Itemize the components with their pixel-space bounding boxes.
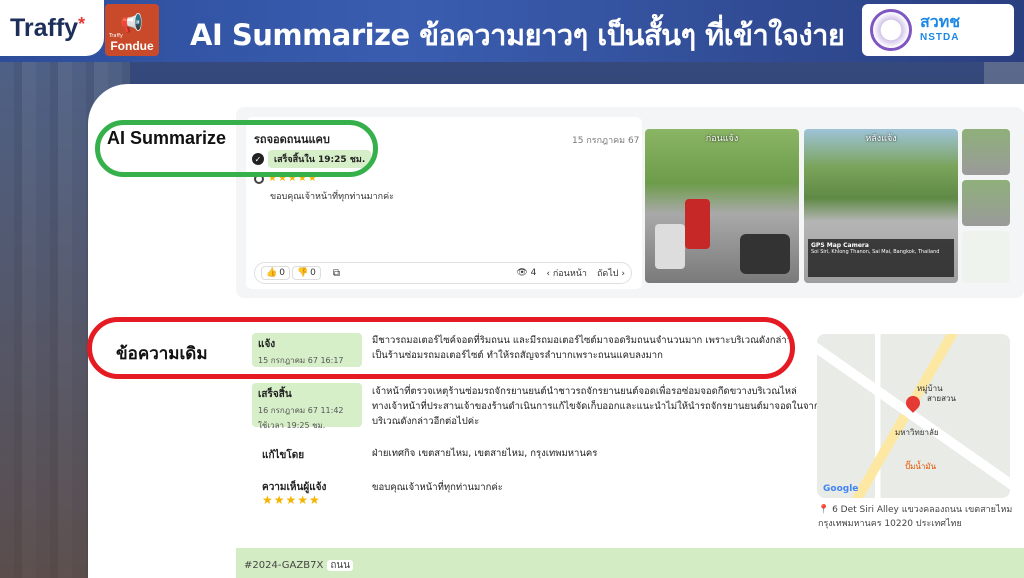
copy-icon[interactable]: ⧉ — [333, 268, 340, 279]
report-text: มีชาวรถมอเตอร์ไซค์จอดที่ริมถนน และมีรถมอ… — [372, 335, 792, 361]
done-badge: เสร็จสิ้น 16 กรกฎาคม 67 11:42 ใช้เวลา 19… — [252, 383, 362, 430]
report-badge: แจ้ง 15 กรกฎาคม 67 16:17 — [252, 333, 362, 367]
traffy-logo: Traffy* — [0, 0, 104, 56]
nstda-logo: สวทช NSTDA — [862, 4, 1014, 56]
resolved-by-value: ฝ่ายเทศกิจ เขตสายไหม, เขตสายไหม, กรุงเทพ… — [372, 448, 598, 459]
eye-icon: 👁 — [516, 268, 528, 278]
summary-comment: ขอบคุณเจ้าหน้าที่ทุกท่านมากค่ะ — [270, 192, 394, 202]
seal-icon — [870, 9, 912, 51]
feedback-stars: ★★★★★ — [262, 493, 321, 507]
map-pin-icon — [903, 393, 923, 413]
check-icon: ✓ — [252, 153, 264, 165]
prev-button[interactable]: ‹ ก่อนหน้า — [546, 266, 587, 280]
fondue-logo: 📢 Traffy Fondue — [105, 4, 159, 56]
next-button[interactable]: ถัดไป › — [597, 266, 625, 280]
gps-stamp: GPS Map Camera Soi Siri, Khlong Thanon, … — [808, 239, 954, 277]
location-icon: 📍 — [818, 505, 830, 515]
thumbnail-photo[interactable] — [962, 129, 1010, 175]
ai-summarize-label: AI Summarize — [107, 128, 227, 148]
footer-bar — [236, 548, 1024, 578]
original-text-label: ข้อความเดิม — [116, 344, 208, 364]
address: 📍 6 Det Siri Alley แขวงคลองถนน เขตสายไหม… — [818, 505, 1013, 529]
resolved-by-label: แก้ไขโดย — [262, 450, 305, 461]
location-map[interactable]: หมู่บ้าน สายสวน มหาวิทยาลัย ปั๊มน้ำมัน G… — [817, 334, 1010, 498]
rating-row: ★★★★★ — [254, 173, 318, 184]
like-button[interactable]: 👍 0 — [261, 266, 290, 280]
page-title: AI Summarize ข้อความยาวๆ เป็นสั้นๆ ที่เข… — [190, 18, 845, 52]
rating-stars: ★★★★★ — [268, 173, 318, 184]
megaphone-icon: 📢 — [120, 13, 144, 34]
done-text: เจ้าหน้าที่ตรวจเหตุร้านซ่อมรถจักรยานยนต์… — [372, 386, 820, 427]
summary-date: 15 กรกฎาคม 67 — [572, 136, 640, 146]
user-icon — [254, 173, 264, 184]
card-toolbar: 👍 0 👎 0 ⧉ 👁 4 ‹ ก่อนหน้า ถัดไป › — [254, 262, 632, 284]
feedback-value: ขอบคุณเจ้าหน้าที่ทุกท่านมากค่ะ — [372, 482, 503, 493]
after-photo[interactable]: หลังแจ้ง GPS Map Camera Soi Siri, Khlong… — [804, 129, 958, 283]
ticket-id: #2024-GAZB7X ถนน — [244, 558, 354, 573]
thumbnail-photo[interactable] — [962, 231, 1010, 283]
dislike-button[interactable]: 👎 0 — [291, 266, 321, 280]
google-logo: Google — [823, 484, 859, 494]
summary-title: รถจอดถนนแคบ — [254, 133, 330, 146]
status-badge: ✓ เสร็จสิ้นใน 19:25 ชม. — [252, 150, 372, 168]
thumbs-down-icon: 👎 — [296, 268, 309, 278]
before-photo[interactable]: ก่อนแจ้ง — [645, 129, 799, 283]
category-tag: ถนน — [327, 560, 354, 571]
thumbnail-photo[interactable] — [962, 180, 1010, 226]
view-count: 👁 4 — [516, 268, 537, 278]
thumbs-up-icon: 👍 — [266, 268, 278, 278]
header-banner: Traffy* 📢 Traffy Fondue AI Summarize ข้อ… — [0, 0, 1024, 62]
